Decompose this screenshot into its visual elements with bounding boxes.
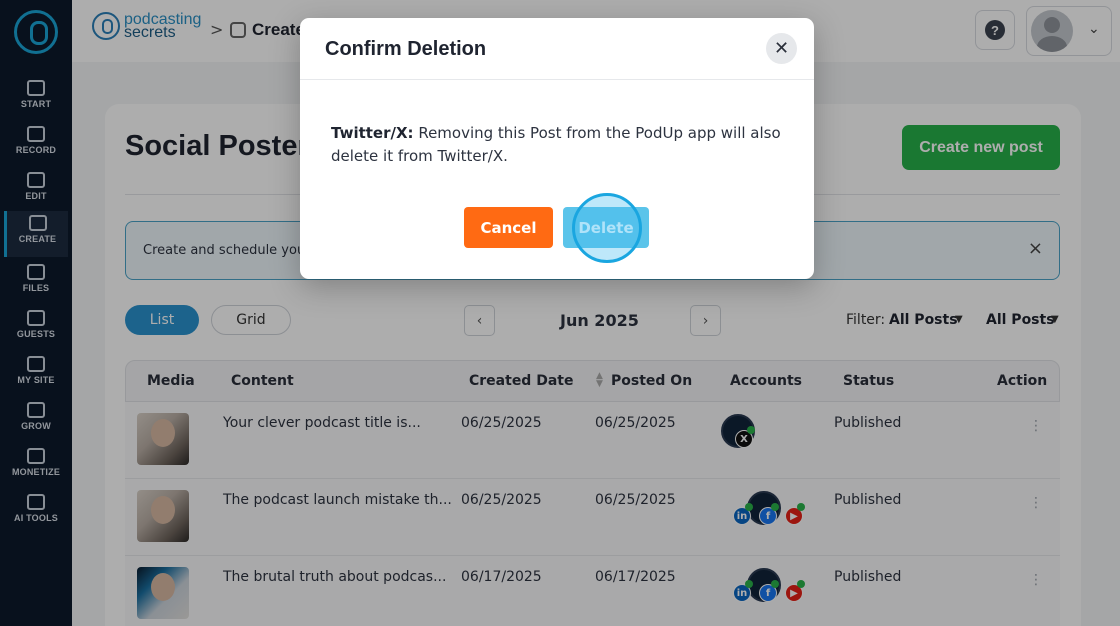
dialog-header: Confirm Deletion ✕ <box>300 18 814 80</box>
dialog-message: Twitter/X: Removing this Post from the P… <box>331 122 791 168</box>
cancel-button[interactable]: Cancel <box>464 207 553 248</box>
dialog-title: Confirm Deletion <box>325 38 487 60</box>
click-indicator <box>572 193 642 263</box>
confirm-deletion-dialog: Confirm Deletion ✕ Twitter/X: Removing t… <box>300 18 814 279</box>
close-icon[interactable]: ✕ <box>766 33 797 64</box>
dialog-platform-label: Twitter/X: <box>331 124 414 142</box>
